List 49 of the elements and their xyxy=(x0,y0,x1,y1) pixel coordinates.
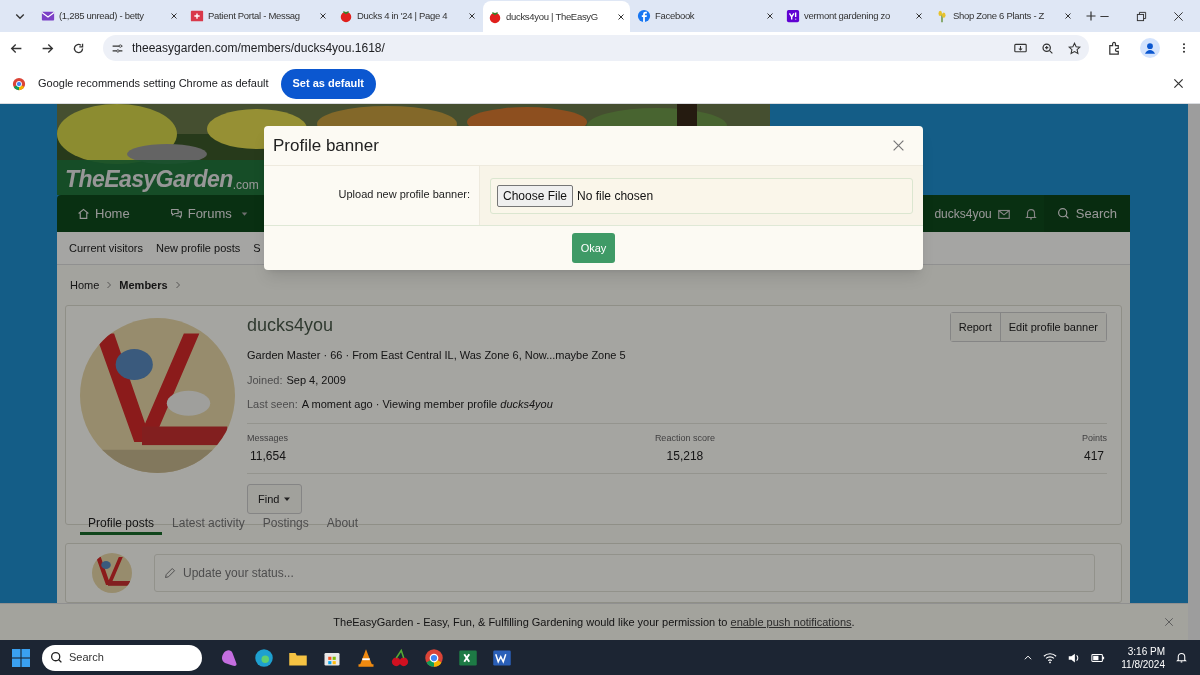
browser-tab[interactable]: (1,285 unread) - betty xyxy=(36,2,183,30)
browser-tab[interactable]: Shop Zone 6 Plants - Z xyxy=(930,2,1077,30)
subnav-link[interactable]: New profile posts xyxy=(155,239,241,257)
choose-file-button[interactable]: Choose File xyxy=(497,185,574,207)
joined-label: Joined: xyxy=(247,372,283,388)
profile-action-button[interactable]: Report xyxy=(950,313,1000,341)
username-link[interactable]: ducks4you xyxy=(934,204,992,223)
taskbar-search[interactable]: Search xyxy=(42,644,202,671)
clock-time[interactable]: 3:16 PM xyxy=(1127,644,1165,658)
profile-tab[interactable]: About xyxy=(318,514,367,535)
file-input[interactable]: Choose File No file chosen xyxy=(490,178,913,214)
file-status: No file chosen xyxy=(577,188,654,205)
clock-date[interactable]: 11/8/2024 xyxy=(1121,657,1165,671)
stat-value: 11,654 xyxy=(249,448,287,465)
stat-label: Messages xyxy=(247,431,289,445)
infobar-message: Google recommends setting Chrome as default xyxy=(38,76,269,92)
nav-tab[interactable]: Forums xyxy=(149,195,269,232)
member-name: ducks4you xyxy=(247,314,335,337)
joined-date: Sep 4, 2009 xyxy=(286,372,346,388)
enable-notifications-link[interactable]: enable push notifications xyxy=(730,615,852,628)
stat-value: 15,218 xyxy=(665,448,705,465)
profile-tab[interactable]: Latest activity xyxy=(164,514,253,535)
subnav-link[interactable]: S xyxy=(253,239,261,257)
stat-value: 417 xyxy=(1082,448,1105,465)
stat-label: Reaction score xyxy=(654,431,715,445)
search-link[interactable]: Search xyxy=(1043,195,1130,232)
field-label: Upload new profile banner: xyxy=(338,187,470,202)
address-bar[interactable]: theeasygarden.com/members/ducks4you.1618/ xyxy=(103,35,1089,61)
modal-title: Profile banner xyxy=(273,134,379,157)
browser-tab[interactable]: Patient Portal - Messag xyxy=(185,2,332,30)
nav-tab[interactable]: Home xyxy=(57,195,150,232)
last-seen-label: Last seen: xyxy=(247,397,298,412)
browser-tab[interactable]: Facebook xyxy=(632,2,779,30)
browser-tab[interactable]: Ducks 4 in '24 | Page 4 xyxy=(334,2,481,30)
member-blurb: Garden Master · 66 · From East Central IL, Was Zone 6, Now...maybe Zone 5 xyxy=(247,348,627,363)
stat-label: Points xyxy=(1082,431,1107,445)
browser-tab[interactable]: vermont gardening zo xyxy=(781,2,928,30)
last-seen-text: A moment ago · Viewing member profile ducks4you xyxy=(301,397,553,412)
browser-tab[interactable]: ducks4you | TheEasyG xyxy=(483,1,630,33)
breadcrumb-link[interactable]: Home xyxy=(70,276,100,294)
profile-tab[interactable]: Postings xyxy=(254,514,317,535)
status-input[interactable]: Update your status... xyxy=(154,554,1095,592)
breadcrumb-link[interactable]: Members xyxy=(119,276,168,294)
find-button[interactable]: Find xyxy=(247,484,303,514)
subnav-link[interactable]: Current visitors xyxy=(69,239,143,257)
profile-action-button[interactable]: Edit profile banner xyxy=(999,313,1106,341)
notification-message: TheEasyGarden - Easy, Fun, & Fulfilling Gardening would like your permission to enable push notifications. xyxy=(333,614,855,630)
set-default-button[interactable]: Set as default xyxy=(280,68,377,99)
profile-tab[interactable]: Profile posts xyxy=(80,514,163,535)
